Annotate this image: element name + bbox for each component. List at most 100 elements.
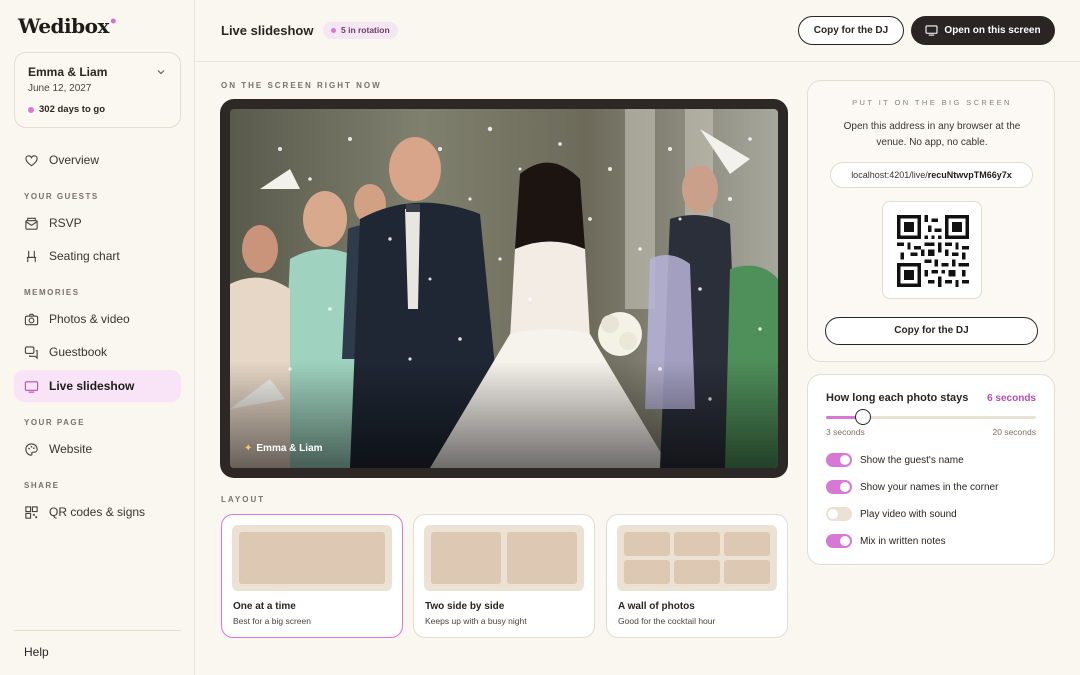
layout-option-one-at-a-time[interactable]: One at a time Best for a big screen: [221, 514, 403, 638]
toggle-label: Play video with sound: [860, 508, 957, 520]
help-link[interactable]: Help: [24, 645, 49, 659]
sidebar-item-label: Guestbook: [49, 345, 108, 359]
sidebar-item-photos-video[interactable]: Photos & video: [14, 303, 181, 335]
open-on-screen-button[interactable]: Open on this screen: [911, 16, 1055, 45]
live-url[interactable]: localhost:4201/live/recuNtwvpTM66y7x: [830, 162, 1033, 188]
preview-tile: [674, 532, 720, 556]
chevron-down-icon: [157, 70, 165, 75]
event-countdown: 302 days to go: [39, 104, 105, 115]
layout-preview: [424, 525, 584, 591]
open-on-screen-label: Open on this screen: [944, 25, 1041, 36]
sidebar: Wedibox• Emma & Liam June 12, 2027 302 d…: [0, 0, 195, 675]
layout-preview: [617, 525, 777, 591]
sidebar-item-label: Live slideshow: [49, 379, 135, 393]
layout-subtitle: Good for the cocktail hour: [618, 616, 716, 626]
preview-tile: [239, 532, 385, 584]
sidebar-item-label: Overview: [49, 153, 100, 167]
layout-subtitle: Keeps up with a busy night: [425, 616, 527, 626]
sidebar-item-label: Seating chart: [49, 249, 120, 263]
preview-tile: [724, 532, 770, 556]
section-your-guests: YOUR GUESTS: [24, 192, 99, 201]
duration-title: How long each photo stays: [826, 392, 969, 404]
toggle-label: Show your names in the corner: [860, 481, 999, 493]
layout-option-wall-of-photos[interactable]: A wall of photos Good for the cocktail h…: [606, 514, 788, 638]
sidebar-divider: [14, 630, 181, 631]
monitor-icon: [925, 25, 938, 36]
big-screen-panel: PUT IT ON THE BIG SCREEN Open this addre…: [807, 80, 1055, 362]
sidebar-item-website[interactable]: Website: [14, 433, 181, 465]
toggle-row-written-notes[interactable]: Mix in written notes: [826, 533, 946, 549]
url-code: recuNtwvpTM66y7x: [927, 170, 1012, 180]
preview-tile: [624, 532, 670, 556]
preview-tile: [674, 560, 720, 584]
rotation-badge: 5 in rotation: [323, 22, 398, 39]
qr-code: [882, 201, 982, 299]
toggle-row-guest-name[interactable]: Show the guest's name: [826, 452, 964, 468]
layout-title: A wall of photos: [618, 601, 695, 612]
sidebar-item-qr-codes[interactable]: QR codes & signs: [14, 496, 181, 528]
layout-title: Two side by side: [425, 601, 505, 612]
brand-logo[interactable]: Wedibox•: [18, 14, 118, 38]
sidebar-item-label: QR codes & signs: [49, 505, 146, 519]
preview-tile: [507, 532, 577, 584]
sidebar-item-guestbook[interactable]: Guestbook: [14, 336, 181, 368]
chair-icon: [24, 249, 39, 264]
url-prefix: localhost:4201/live/: [851, 170, 928, 180]
section-your-page: YOUR PAGE: [24, 418, 85, 427]
current-photo: [230, 109, 778, 468]
now-showing-label: ON THE SCREEN RIGHT NOW: [221, 81, 382, 90]
copy-for-dj-button[interactable]: Copy for the DJ: [798, 16, 904, 45]
sidebar-item-rsvp[interactable]: RSVP: [14, 207, 181, 239]
sparkle-icon: ✦: [244, 443, 253, 454]
toggle-row-corner-names[interactable]: Show your names in the corner: [826, 479, 998, 495]
sidebar-item-label: Photos & video: [49, 312, 130, 326]
heart-icon: [24, 153, 39, 168]
page-header: Live slideshow 5 in rotation Copy for th…: [196, 0, 1080, 62]
big-screen-description: Open this address in any browser at the …: [843, 121, 1021, 148]
slideshow-settings-panel: How long each photo stays 6 seconds 3 se…: [807, 374, 1055, 565]
copy-for-dj-button[interactable]: Copy for the DJ: [825, 317, 1038, 345]
toggle-label: Mix in written notes: [860, 535, 946, 547]
preview-tile: [624, 560, 670, 584]
preview-tile: [724, 560, 770, 584]
event-date: June 12, 2027: [28, 83, 92, 94]
big-screen-label: PUT IT ON THE BIG SCREEN: [852, 98, 1012, 107]
chat-bubbles-icon: [24, 345, 39, 360]
caption-text: Emma & Liam: [256, 443, 323, 454]
preview-tile: [431, 532, 501, 584]
toggle-label: Show the guest's name: [860, 454, 964, 466]
slider-thumb[interactable]: [855, 409, 872, 425]
camera-icon: [24, 312, 39, 327]
layout-title: One at a time: [233, 601, 296, 612]
duration-value: 6 seconds: [987, 393, 1036, 404]
qr-code-icon: [24, 505, 39, 520]
show-corner-names-toggle[interactable]: [826, 480, 852, 494]
play-video-sound-toggle[interactable]: [826, 507, 852, 521]
sidebar-item-live-slideshow[interactable]: Live slideshow: [14, 370, 181, 402]
layout-preview: [232, 525, 392, 591]
countdown-dot: [28, 107, 34, 113]
envelope-icon: [24, 216, 39, 231]
slider-max-label: 20 seconds: [992, 427, 1036, 437]
section-share: SHARE: [24, 481, 60, 490]
photo-caption: ✦ Emma & Liam: [244, 443, 323, 454]
show-guest-name-toggle[interactable]: [826, 453, 852, 467]
section-memories: MEMORIES: [24, 288, 80, 297]
slideshow-preview: ✦ Emma & Liam: [220, 99, 788, 478]
layout-option-two-side-by-side[interactable]: Two side by side Keeps up with a busy ni…: [413, 514, 595, 638]
toggle-row-video-sound[interactable]: Play video with sound: [826, 506, 957, 522]
page-title: Live slideshow: [221, 23, 314, 38]
event-name: Emma & Liam: [28, 65, 108, 79]
slider-min-label: 3 seconds: [826, 427, 865, 437]
sidebar-item-label: RSVP: [49, 216, 82, 230]
layout-subtitle: Best for a big screen: [233, 616, 311, 626]
sidebar-item-seating-chart[interactable]: Seating chart: [14, 240, 181, 272]
mix-written-notes-toggle[interactable]: [826, 534, 852, 548]
sidebar-item-label: Website: [49, 442, 93, 456]
duration-slider[interactable]: [826, 409, 1036, 425]
layout-label: LAYOUT: [221, 495, 266, 504]
qr-code-icon: [897, 215, 969, 287]
event-switcher[interactable]: Emma & Liam June 12, 2027 302 days to go: [14, 52, 181, 128]
palette-icon: [24, 442, 39, 457]
sidebar-item-overview[interactable]: Overview: [14, 144, 181, 176]
